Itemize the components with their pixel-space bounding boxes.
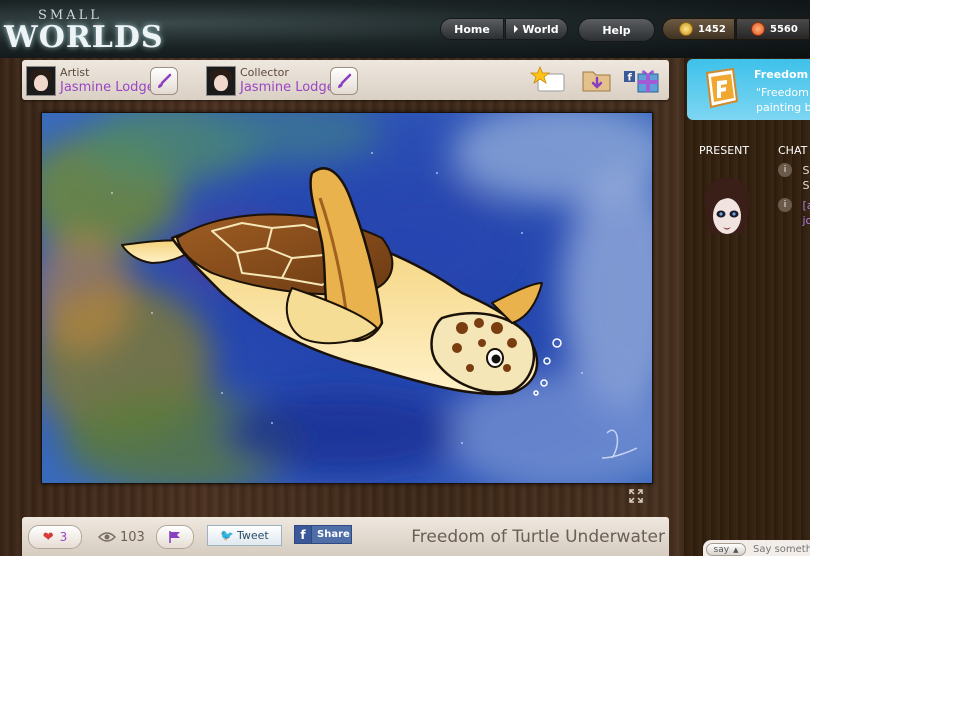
world-button[interactable]: World (505, 18, 568, 40)
views-count: 103 (120, 529, 145, 545)
artwork-info-bar: Artist Jasmine Lodge Collector Jasmine L… (22, 60, 669, 100)
gems-balance[interactable]: 5560 (736, 18, 810, 40)
home-button[interactable]: Home (440, 18, 504, 40)
collector-name-link[interactable]: Jasmine Lodge (240, 80, 335, 95)
heart-icon: ❤ (42, 529, 54, 545)
chat-message-line: [a (802, 199, 811, 212)
gallery-f-badge-icon (705, 67, 739, 109)
chat-message-line: Su (802, 179, 811, 192)
svg-text:f: f (628, 73, 633, 84)
world-label: World (522, 22, 559, 36)
artist-info: Artist Jasmine Lodge (26, 64, 196, 96)
share-label: Share (317, 529, 350, 540)
chat-message-text: [a jo (803, 198, 811, 228)
gem-icon (751, 22, 765, 36)
play-triangle-icon (514, 25, 519, 33)
views-counter: 103 (98, 527, 145, 547)
chat-message: i Su Su (778, 163, 810, 193)
logo-worlds-text: WORLDS (4, 20, 164, 55)
info-icon[interactable]: i (778, 198, 792, 212)
chat-input[interactable] (753, 542, 810, 556)
artist-brush-button[interactable] (150, 67, 178, 95)
facebook-share-button[interactable]: f Share (294, 525, 352, 544)
collector-avatar[interactable] (206, 66, 236, 96)
chat-message: i [a jo (778, 198, 810, 228)
artwork-action-bar: ❤ 3 103 🐦 Tweet f Share Freedom of Turtl… (22, 517, 669, 556)
smallworlds-app: SMALL WORLDS Home World Help 1452 5560 A… (0, 0, 810, 556)
like-button[interactable]: ❤ 3 (28, 525, 82, 549)
collector-role-label: Collector (240, 66, 289, 79)
save-to-folder-button[interactable] (580, 66, 614, 94)
tweet-label: Tweet (236, 529, 269, 542)
artwork-painting[interactable] (41, 112, 653, 484)
flag-icon (169, 531, 180, 543)
eye-icon (98, 532, 116, 542)
say-label: say (713, 544, 730, 555)
user-face-icon (704, 177, 751, 234)
announcement-text: "Freedom o painting by (756, 85, 810, 115)
artwork-title: Freedom of Turtle Underwater (411, 527, 665, 547)
facebook-gift-button[interactable]: f (622, 66, 664, 94)
say-mode-dropdown[interactable]: say ▲ (706, 543, 746, 556)
collector-info: Collector Jasmine Lodge (206, 64, 376, 96)
chat-heading: CHAT (778, 144, 808, 157)
right-side-panel (684, 58, 810, 556)
caret-down-icon: ▲ (733, 545, 739, 554)
home-label: Home (454, 22, 490, 36)
paintbrush-icon (338, 73, 352, 88)
star-card-icon (529, 65, 565, 92)
coin-icon (679, 22, 693, 36)
announcement-line-1: "Freedom o (756, 86, 810, 99)
fullscreen-expand-icon[interactable] (628, 488, 644, 504)
favorite-star-button[interactable] (529, 65, 566, 94)
chat-message-line: jo (802, 214, 811, 227)
announcement-banner[interactable]: Freedom of "Freedom o painting by (687, 59, 810, 120)
collector-brush-button[interactable] (330, 67, 358, 95)
chat-message-line: Su (802, 164, 811, 177)
artist-role-label: Artist (60, 66, 90, 79)
announcement-title: Freedom of (754, 68, 810, 81)
gems-value: 5560 (770, 23, 798, 35)
artist-avatar[interactable] (26, 66, 56, 96)
avatar-face (214, 75, 228, 91)
info-icon[interactable]: i (778, 163, 792, 177)
facebook-f-icon: f (295, 526, 312, 543)
help-button[interactable]: Help (578, 18, 655, 42)
coins-value: 1452 (698, 23, 726, 35)
paintbrush-icon (158, 73, 172, 88)
top-bar: SMALL WORLDS Home World Help 1452 5560 (0, 0, 810, 58)
folder-download-icon (582, 71, 611, 92)
present-user-avatar[interactable] (699, 176, 755, 246)
likes-count: 3 (59, 530, 68, 544)
chat-input-bar: say ▲ (703, 540, 810, 556)
twitter-bird-icon: 🐦 (220, 529, 234, 542)
tweet-button[interactable]: 🐦 Tweet (207, 525, 282, 546)
expand-arrows-icon (629, 489, 643, 503)
present-heading: PRESENT (699, 144, 750, 157)
facebook-gift-icon: f (624, 70, 659, 93)
artist-name-link[interactable]: Jasmine Lodge (60, 80, 155, 95)
chat-message-text: Su Su (803, 163, 811, 193)
announcement-line-2: painting by (756, 101, 810, 114)
help-label: Help (602, 23, 631, 37)
coins-balance[interactable]: 1452 (662, 18, 735, 40)
turtle-painting-image (42, 113, 652, 483)
report-flag-button[interactable] (156, 525, 194, 549)
avatar-face (34, 75, 48, 91)
